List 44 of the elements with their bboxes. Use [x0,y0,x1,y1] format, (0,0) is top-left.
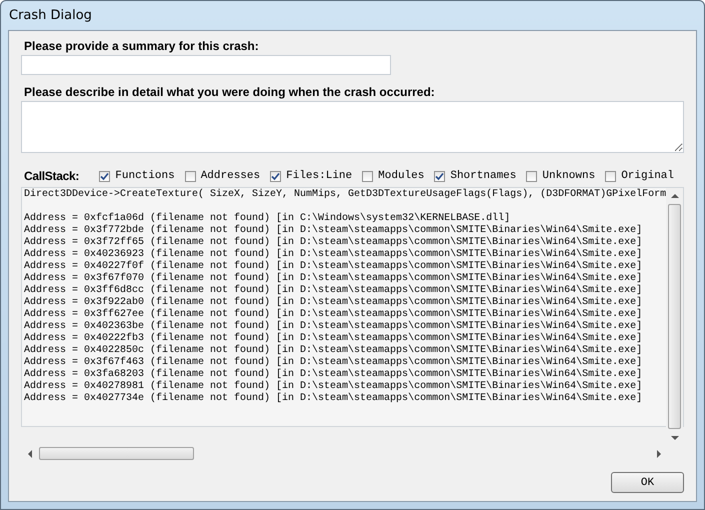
scroll-forward-icon[interactable] [670,434,678,440]
description-field[interactable] [21,101,684,153]
callstack-line: Address = 0x40236923 (filename not found) [in D:\steam\steamapps\common\SMITE\Binaries\Win64\Smite.exe] [24,249,642,260]
callstack-line: Address = 0x3f67f463 (filename not found) [in D:\steam\steamapps\common\SMITE\Binaries\Win64\Smite.exe] [24,357,642,368]
callstack-label: CallStack: [23,169,80,183]
scroll-back-icon[interactable] [670,192,678,198]
summary-field[interactable] [21,55,391,75]
checkbox[interactable] [99,170,110,182]
scroll-forward-icon[interactable] [656,450,662,458]
checkbox[interactable] [184,170,196,182]
ok-button[interactable]: OK [611,472,684,493]
checkbox-label: Files:Line [286,170,352,182]
callstack-line: Address = 0x3f67f070 (filename not found) [in D:\steam\steamapps\common\SMITE\Binaries\Win64\Smite.exe] [24,273,642,284]
checkbox-label: Original [621,170,674,182]
summary-label: Please provide a summary for this crash: [24,39,260,53]
checkbox-label: Addresses [200,170,260,182]
callstack-line: Address = 0x3fa68203 (filename not found) [in D:\steam\steamapps\common\SMITE\Binaries\Win64\Smite.exe] [24,369,642,380]
callstack-line: Address = 0x40227f0f (filename not found) [in D:\steam\steamapps\common\SMITE\Binaries\Win64\Smite.exe] [24,261,642,272]
scroll-back-icon[interactable] [26,450,32,458]
callstack-line: Address = 0x40222fb3 (filename not found) [in D:\steam\steamapps\common\SMITE\Binaries\Win64\Smite.exe] [24,333,642,344]
checkbox[interactable] [270,170,282,182]
checkbox[interactable] [605,170,616,182]
checkbox-label: Functions [115,170,175,182]
callstack-line: Address = 0xfcf1a06d (filename not found) [in C:\Windows\system32\KERNELBASE.dll] [24,213,510,224]
callstack-line: Address = 0x3ff627ee (filename not found) [in D:\steam\steamapps\common\SMITE\Binaries\Win64\Smite.exe] [24,309,642,320]
checkbox-label: Modules [378,170,424,182]
callstack-line: Direct3DDevice->CreateTexture( SizeX, SizeY, NumMips, GetD3DTextureUsageFlags(Flags), (D3DFORMAT)GPixelForm [24,189,666,201]
callstack-line: Address = 0x40278981 (filename not found) [in D:\steam\steamapps\common\SMITE\Binaries\Win64\Smite.exe] [24,381,642,392]
window-title: Crash Dialog [8,8,92,23]
callstack-line: Address = 0x402363be (filename not found) [in D:\steam\steamapps\common\SMITE\Binaries\Win64\Smite.exe] [24,321,642,332]
description-label: Please describe in detail what you were doing when the crash occurred: [24,85,436,99]
vertical-scroll-thumb[interactable] [668,204,681,429]
callstack-line: Address = 0x3ff6d8cc (filename not found) [in D:\steam\steamapps\common\SMITE\Binaries\Win64\Smite.exe] [24,285,642,296]
callstack-line: Address = 0x3f922ab0 (filename not found) [in D:\steam\steamapps\common\SMITE\Binaries\Win64\Smite.exe] [24,297,642,308]
checkbox[interactable] [362,170,374,182]
checkbox[interactable] [434,170,446,182]
checkbox[interactable] [526,170,538,182]
callstack-line: Address = 0x3f772bde (filename not found) [in D:\steam\steamapps\common\SMITE\Binaries\Win64\Smite.exe] [24,225,642,236]
callstack-line: Address = 0x4022850c (filename not found) [in D:\steam\steamapps\common\SMITE\Binaries\Win64\Smite.exe] [24,345,642,356]
callstack-line: Address = 0x3f72ff65 (filename not found) [in D:\steam\steamapps\common\SMITE\Binaries\Win64\Smite.exe] [24,237,642,248]
checkbox-label: Shortnames [450,170,516,182]
checkbox-label: Unknowns [542,170,596,182]
callstack-line: Address = 0x4027734e (filename not found) [in D:\steam\steamapps\common\SMITE\Binaries\Win64\Smite.exe] [24,393,642,405]
horizontal-scroll-thumb[interactable] [39,447,194,460]
